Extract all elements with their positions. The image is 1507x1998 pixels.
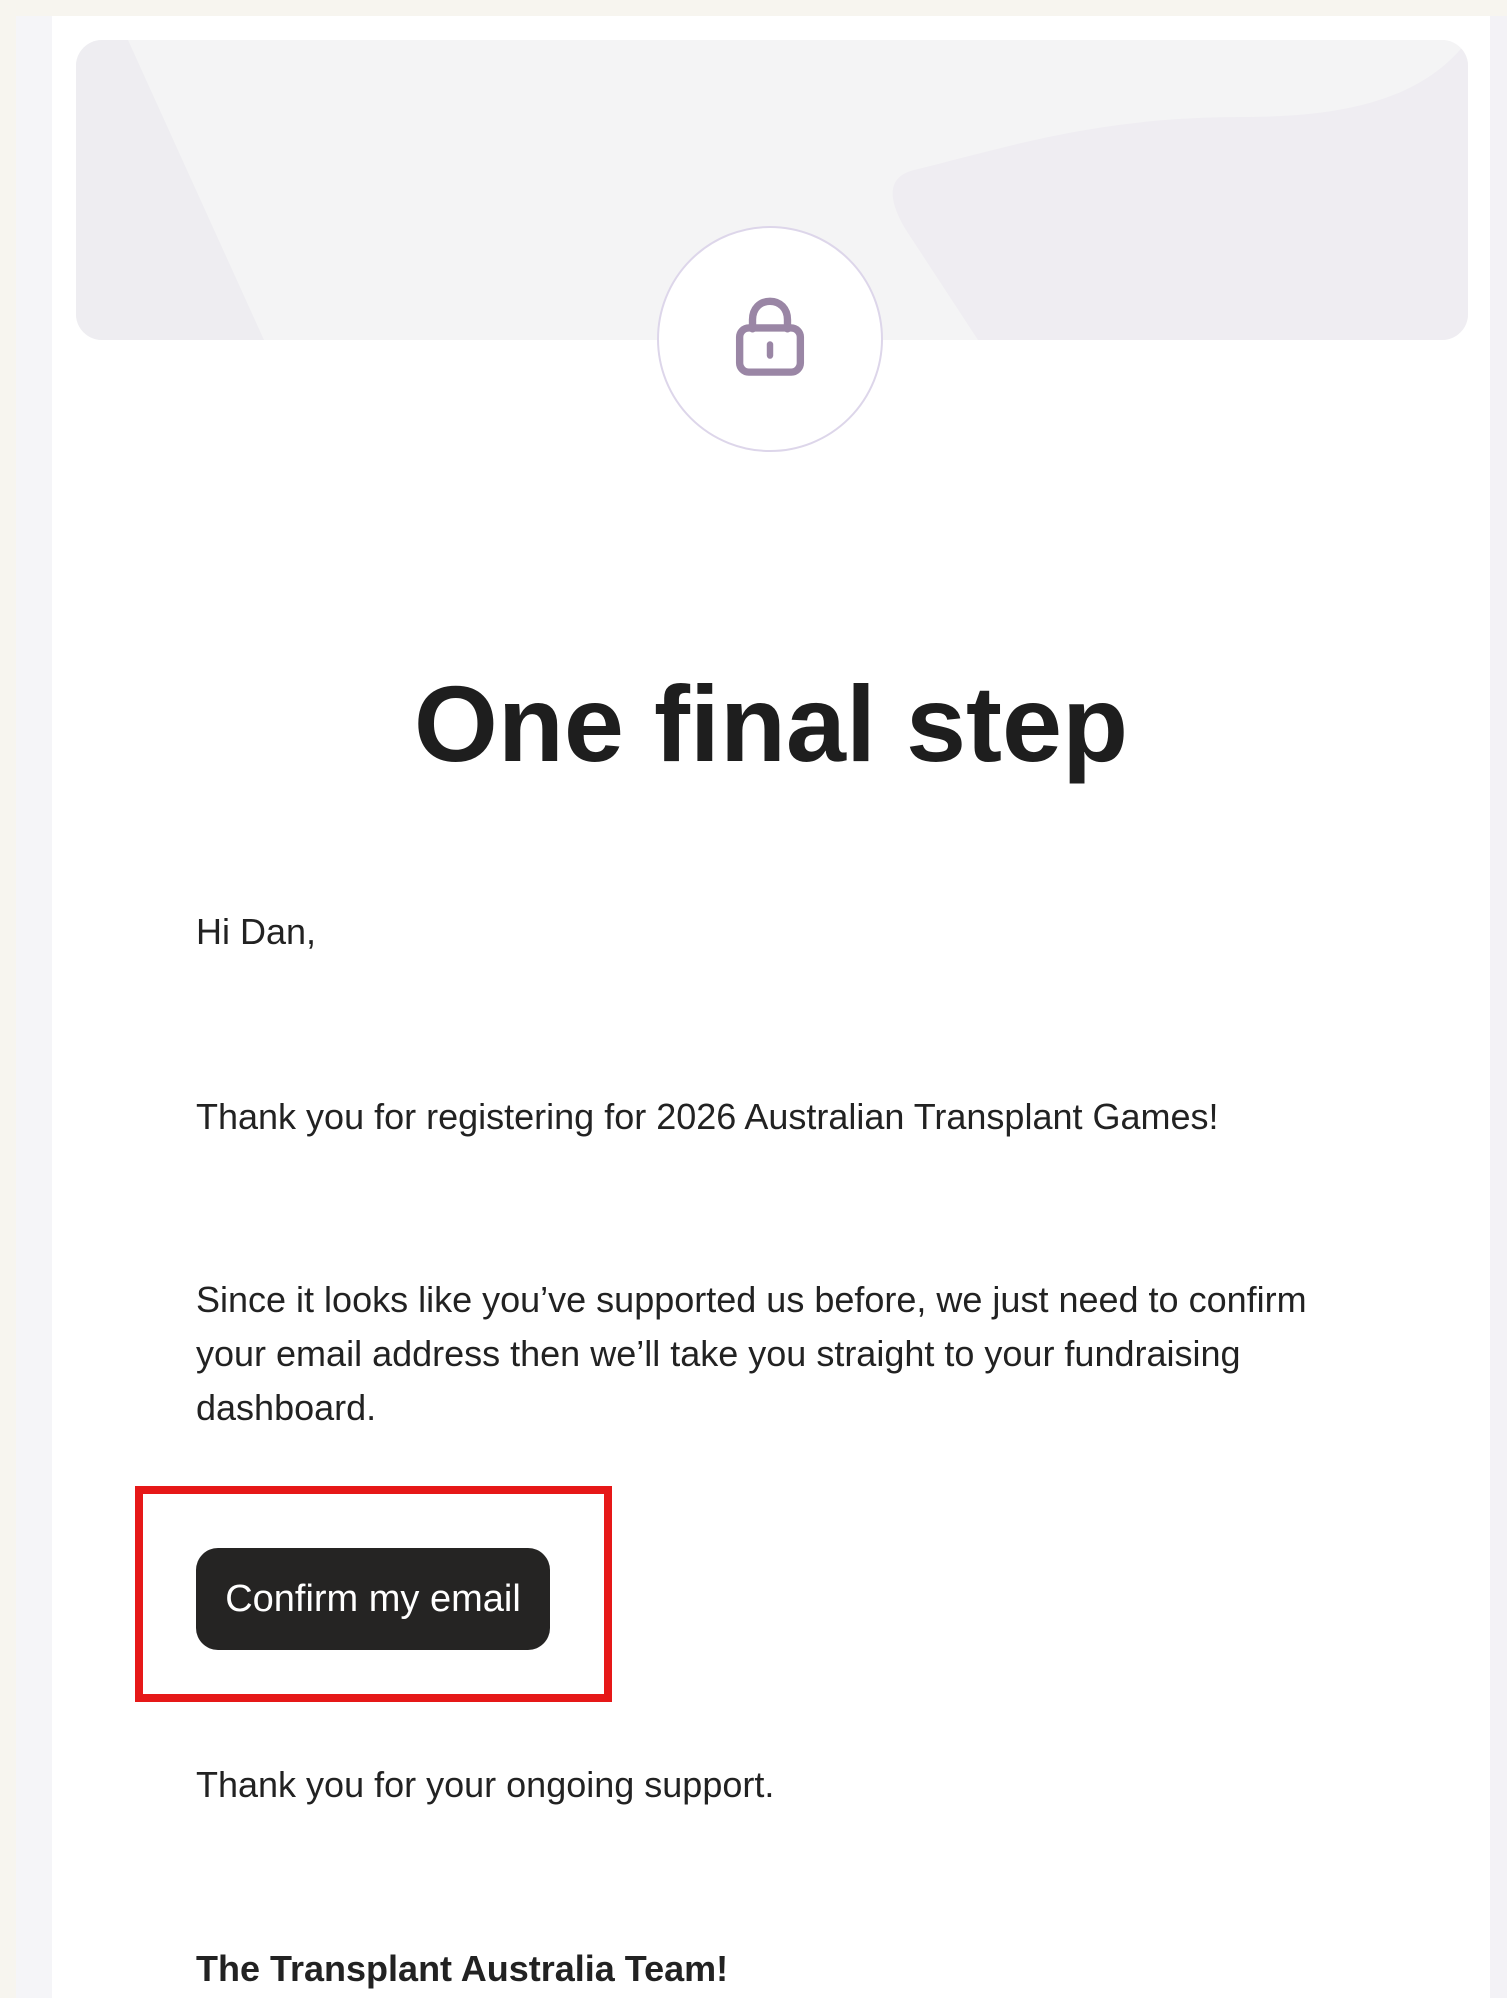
left-preview-rail — [16, 16, 52, 1998]
confirm-email-button[interactable]: Confirm my email — [196, 1548, 550, 1650]
page-title: One final step — [413, 663, 1129, 785]
ongoing-support-text: Thank you for your ongoing support. — [196, 1764, 775, 1805]
right-preview-rail — [1490, 16, 1507, 1998]
greeting-text: Hi Dan, — [196, 911, 317, 952]
outer-background-strip — [0, 0, 1507, 8]
lock-circle — [657, 226, 883, 452]
team-signature: The Transplant Australia Team! — [196, 1948, 729, 1989]
registration-thanks-text: Thank you for registering for 2026 Austr… — [196, 1096, 1219, 1137]
lock-icon — [735, 297, 805, 376]
confirmation-message: Since it looks like you’ve supported us … — [196, 1279, 1307, 1428]
